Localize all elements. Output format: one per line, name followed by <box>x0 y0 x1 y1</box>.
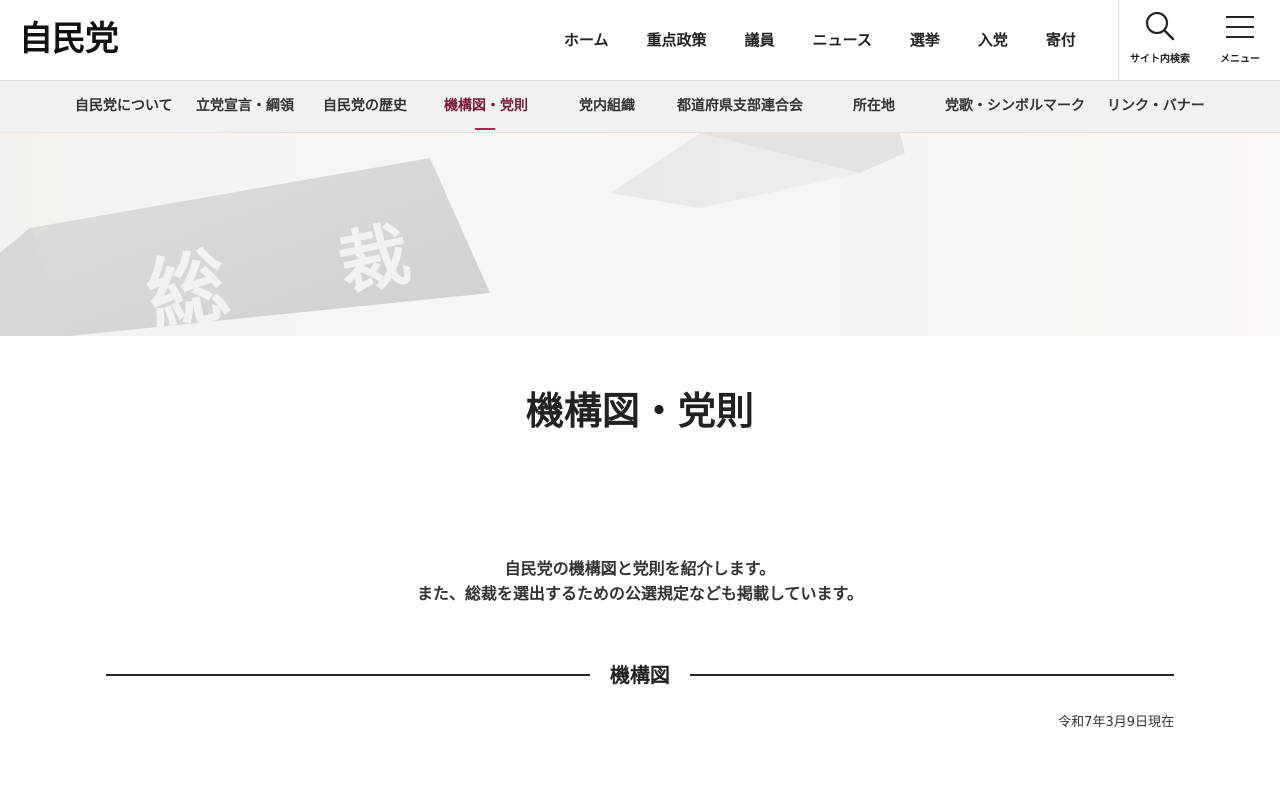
nav-members[interactable]: 議員 <box>745 27 775 53</box>
hero-banner: 総 裁 <box>0 133 1280 336</box>
menu-button[interactable]: メニュー <box>1205 10 1275 70</box>
subnav-declaration[interactable]: 立党宣言・綱領 <box>196 97 294 115</box>
hamburger-icon <box>1226 16 1254 38</box>
subnav-song-symbol[interactable]: 党歌・シンボルマーク <box>945 97 1085 115</box>
nav-join[interactable]: 入党 <box>978 27 1008 53</box>
section-title: 機構図 <box>610 663 670 687</box>
page-title: 機構図・党則 <box>525 389 754 433</box>
site-search-label: サイト内検索 <box>1130 54 1190 65</box>
search-icon <box>1145 11 1175 41</box>
subnav-about[interactable]: 自民党について <box>75 97 173 115</box>
nav-election[interactable]: 選挙 <box>910 27 940 53</box>
global-nav: ホーム 重点政策 議員 ニュース 選挙 入党 寄付 <box>545 27 1095 53</box>
section-heading: 機構図 <box>106 660 1174 690</box>
menu-label: メニュー <box>1220 54 1260 65</box>
subnav-history[interactable]: 自民党の歴史 <box>323 97 407 115</box>
nav-donate[interactable]: 寄付 <box>1046 27 1076 53</box>
heading-rule-left <box>106 674 590 676</box>
intro-text: 自民党の機構図と党則を紹介します。 また、総裁を選出するための公選規定なども掲載… <box>0 556 1280 606</box>
hero-image: 総 裁 <box>0 133 1280 336</box>
site-logo[interactable]: 自民党 <box>19 20 119 58</box>
as-of-date: 令和7年3月9日現在 <box>1058 715 1174 730</box>
active-tab-indicator <box>475 128 495 130</box>
subnav-prefectural[interactable]: 都道府県支部連合会 <box>677 97 803 115</box>
subnav-internal-org[interactable]: 党内組織 <box>579 97 635 115</box>
subnav-location[interactable]: 所在地 <box>853 97 895 115</box>
nav-policy[interactable]: 重点政策 <box>647 27 707 53</box>
header-divider <box>1118 0 1119 80</box>
nav-home[interactable]: ホーム <box>564 27 609 53</box>
section-subnav: 自民党について 立党宣言・綱領 自民党の歴史 機構図・党則 党内組織 都道府県支… <box>0 81 1280 133</box>
nav-news[interactable]: ニュース <box>813 27 872 53</box>
subnav-links[interactable]: リンク・バナー <box>1107 97 1205 115</box>
subnav-organization-chart[interactable]: 機構図・党則 <box>444 97 528 115</box>
intro-line-1: 自民党の機構図と党則を紹介します。 <box>504 559 776 578</box>
intro-line-2: また、総裁を選出するための公選規定なども掲載しています。 <box>417 584 863 603</box>
site-header: 自民党 ホーム 重点政策 議員 ニュース 選挙 入党 寄付 サイト内検索 メニュ… <box>0 0 1280 81</box>
heading-rule-right <box>690 674 1174 676</box>
site-search-button[interactable]: サイト内検索 <box>1125 10 1195 70</box>
